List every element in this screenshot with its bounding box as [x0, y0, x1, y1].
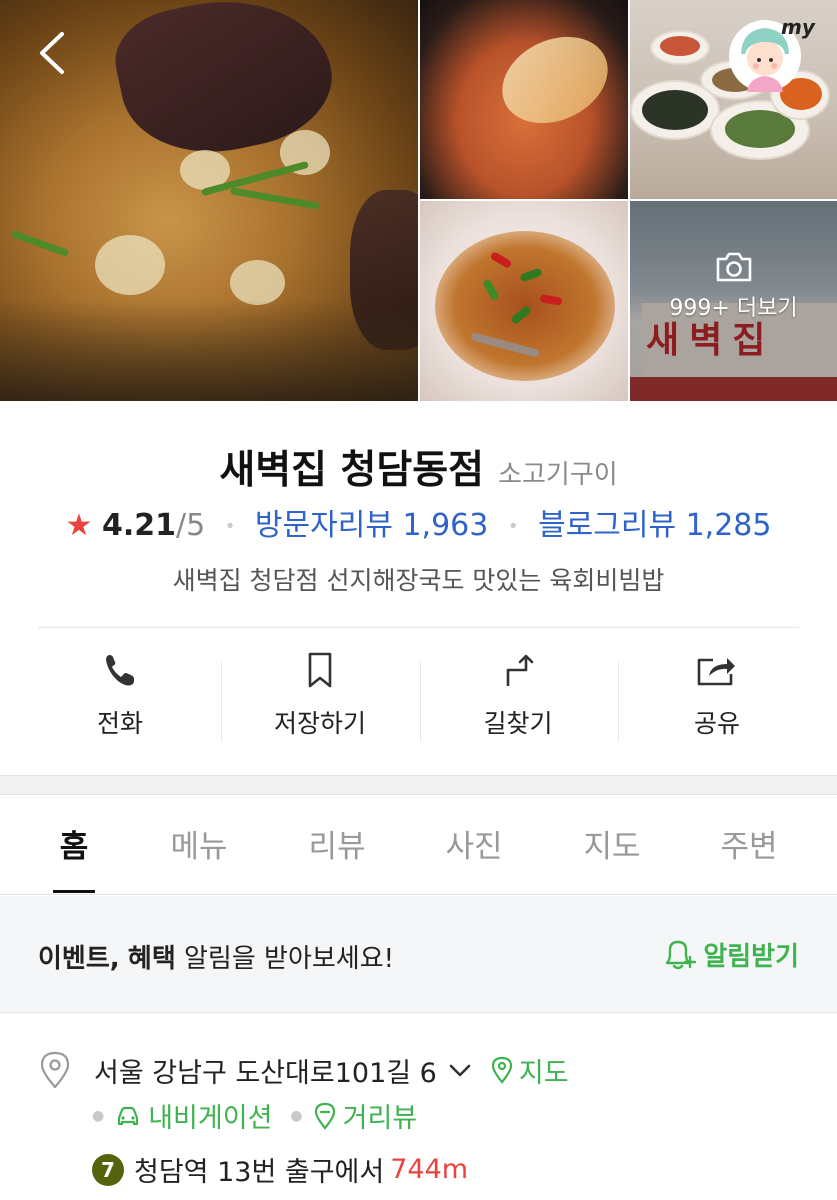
car-icon — [118, 1106, 139, 1125]
notice-text: 이벤트, 혜택 알림을 받아보세요! — [38, 938, 394, 975]
phone-icon — [106, 655, 134, 686]
avatar-icon: my — [729, 15, 816, 92]
call-button[interactable]: 전화 — [20, 650, 220, 750]
more-photos-label: 999+ 더보기 — [669, 296, 798, 321]
subway-line-badge: 7 — [92, 1153, 124, 1186]
chevron-left-icon — [40, 32, 64, 74]
chevron-down-icon[interactable] — [447, 1060, 473, 1080]
street-view-pin-icon — [314, 1102, 335, 1130]
action-bar: 전화 저장하기 길찾기 공유 — [0, 650, 837, 756]
location-pin-icon — [40, 1051, 70, 1089]
separator-dot: ● — [92, 1107, 105, 1124]
rating-max: /5 — [176, 508, 206, 543]
street-view-link-label: 거리뷰 — [342, 1103, 418, 1134]
more-photos-button[interactable]: 999+ 더보기 — [630, 250, 837, 322]
map-pin-icon — [491, 1056, 512, 1084]
share-label: 공유 — [693, 709, 740, 738]
bookmark-icon — [308, 652, 332, 688]
subscribe-notification-button[interactable]: 알림받기 — [661, 934, 799, 974]
visitor-reviews-link[interactable]: 방문자리뷰 1,963 — [255, 508, 488, 543]
directions-label: 길찾기 — [483, 709, 553, 738]
station-text: 청담역 13번 출구에서 — [134, 1157, 385, 1188]
blog-reviews-link[interactable]: 블로그리뷰 1,285 — [538, 508, 771, 543]
save-button[interactable]: 저장하기 — [220, 650, 420, 750]
place-name: 새벽집 청담동점 — [219, 448, 485, 493]
tab-nearby[interactable]: 주변 — [689, 821, 809, 866]
section-gap — [0, 775, 837, 795]
tab-home[interactable]: 홈 — [14, 821, 134, 866]
place-description: 새벽집 청담점 선지해장국도 맛있는 육회비빔밥 — [172, 566, 665, 595]
address-text: 서울 강남구 도산대로101길 6 — [94, 1057, 437, 1089]
tab-map[interactable]: 지도 — [552, 821, 672, 866]
divider — [38, 627, 799, 628]
address-row: 서울 강남구 도산대로101길 6 지도 — [38, 1050, 569, 1090]
subscribe-label: 알림받기 — [703, 941, 799, 972]
subway-row: 7 청담역 13번 출구에서 744m — [92, 1150, 468, 1189]
rating-row: ★ 4.21/5 • 방문자리뷰 1,963 • 블로그리뷰 1,285 — [0, 500, 837, 544]
save-label: 저장하기 — [273, 709, 366, 738]
bell-plus-icon — [666, 940, 697, 970]
directions-icon — [506, 654, 534, 686]
back-button[interactable] — [30, 28, 74, 78]
my-profile-button[interactable]: my — [729, 14, 817, 94]
title-row: 새벽집 청담동점 소고기구이 — [0, 439, 837, 495]
star-icon: ★ — [65, 508, 93, 543]
call-label: 전화 — [96, 709, 143, 738]
share-button[interactable]: 공유 — [617, 650, 817, 750]
navigation-link[interactable]: 내비게이션 — [114, 1096, 272, 1135]
address-section: 서울 강남구 도산대로101길 6 지도 ● 내비게이션 ● 거리뷰 7 청담역… — [0, 1014, 837, 1200]
my-label: my — [781, 15, 816, 39]
share-icon — [697, 658, 735, 686]
separator-dot: • — [507, 516, 519, 537]
rating-score: 4.21 — [101, 508, 176, 543]
tab-reviews[interactable]: 리뷰 — [277, 821, 397, 866]
directions-button[interactable]: 길찾기 — [418, 650, 618, 750]
tab-bar: 홈 메뉴 리뷰 사진 지도 주변 — [0, 795, 837, 895]
photo-kimchi-stew[interactable] — [420, 0, 628, 199]
notice-bold-events: 이벤트, — [38, 944, 120, 974]
tab-menu[interactable]: 메뉴 — [139, 821, 259, 866]
street-view-link[interactable]: 거리뷰 — [313, 1096, 418, 1135]
separator-dot: ● — [290, 1107, 303, 1124]
address-links-row: ● 내비게이션 ● 거리뷰 — [92, 1096, 417, 1135]
event-notice-banner: 이벤트, 혜택 알림을 받아보세요! 알림받기 — [0, 896, 837, 1013]
photo-fish-dish[interactable] — [420, 201, 628, 401]
tab-photos[interactable]: 사진 — [414, 821, 534, 866]
map-link-label: 지도 — [518, 1057, 569, 1089]
notice-rest: 알림을 받아보세요! — [184, 944, 395, 974]
active-tab-indicator — [53, 890, 95, 893]
map-link[interactable]: 지도 — [491, 1051, 569, 1090]
place-category: 소고기구이 — [498, 460, 618, 490]
separator-dot: • — [224, 516, 236, 537]
notice-bold-benefits: 혜택 — [127, 944, 176, 974]
photo-gallery: 새벽집 999+ 더보기 my — [0, 0, 837, 401]
station-distance: 744m — [390, 1154, 469, 1185]
navigation-link-label: 내비게이션 — [148, 1103, 273, 1134]
camera-icon — [716, 252, 751, 282]
